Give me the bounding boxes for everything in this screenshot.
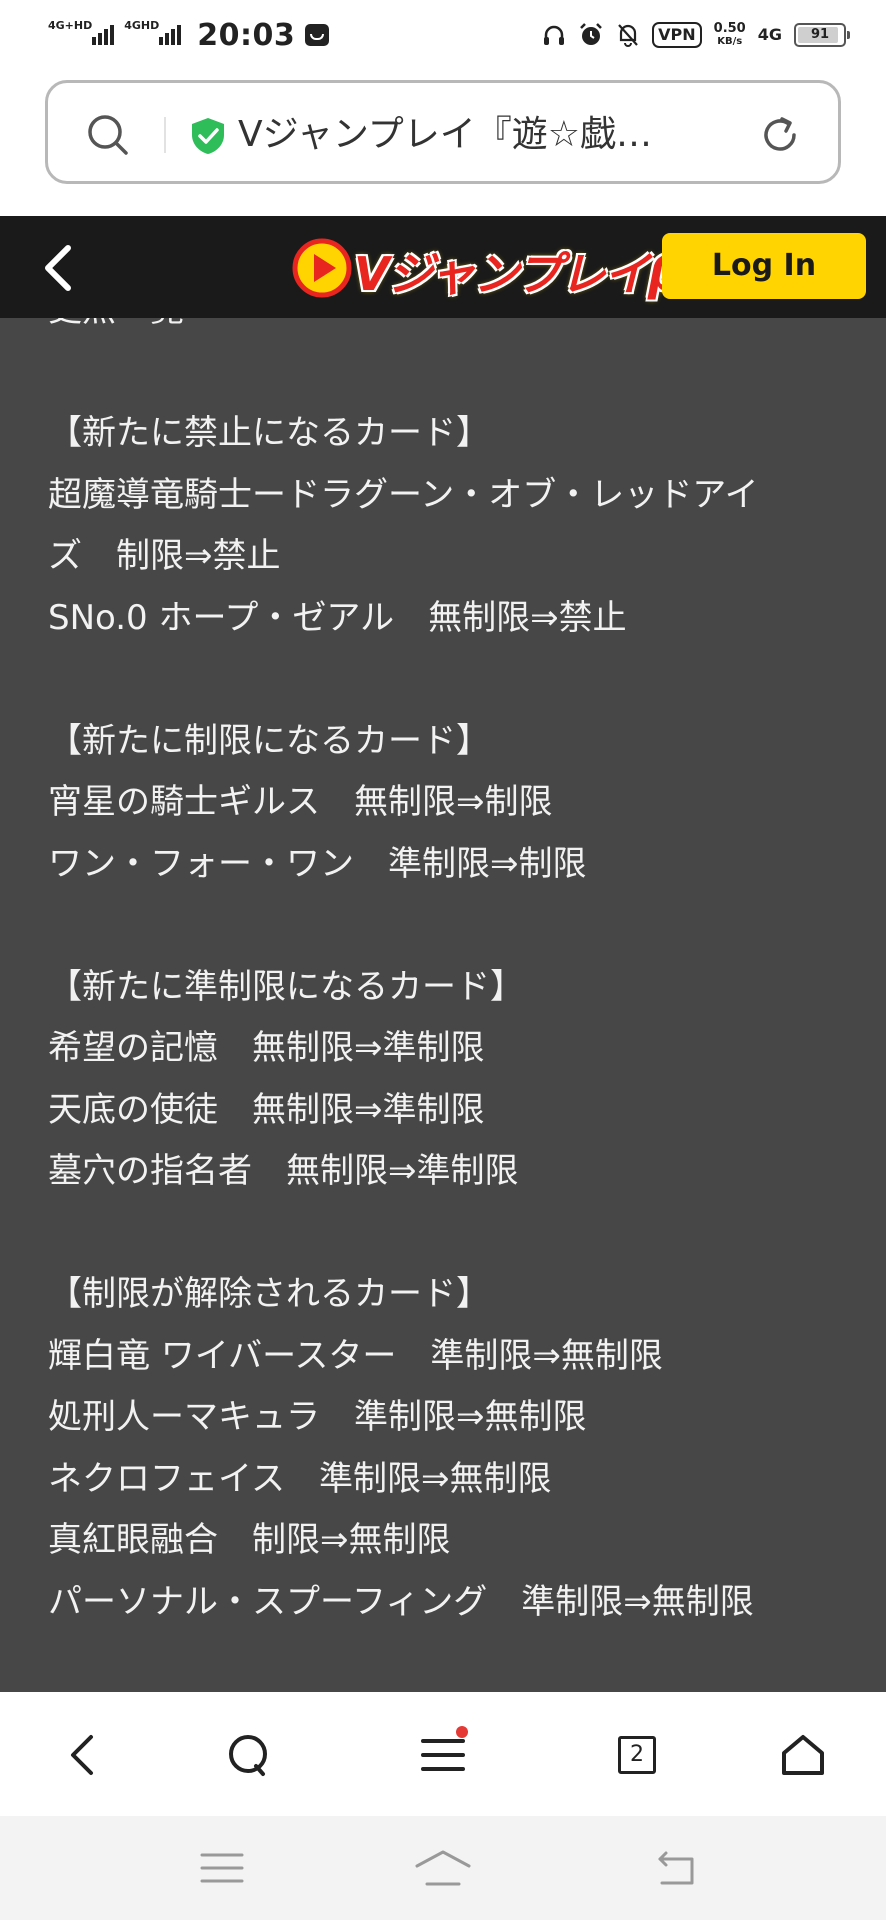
browser-toolbar: Vジャンプレイ『遊☆戯☆… bbox=[0, 70, 886, 216]
article-line: 輝白竜 ワイバースター 準制限⇒無制限 bbox=[48, 1335, 663, 1376]
article-line: ネクロフェイス 準制限⇒無制限 bbox=[48, 1458, 552, 1499]
system-back-icon bbox=[658, 1851, 694, 1885]
network-2-label: 4GHD bbox=[124, 19, 160, 32]
article-line: 超魔導竜騎士ードラグーン・オブ・レッドアイ bbox=[48, 474, 759, 515]
menu-icon bbox=[421, 1739, 465, 1771]
section-heading: 【新たに準制限になるカード】 bbox=[48, 966, 524, 1007]
home-icon bbox=[782, 1735, 824, 1775]
signal-bars-icon bbox=[159, 25, 182, 45]
browser-back-button[interactable] bbox=[48, 1720, 118, 1790]
speed-unit: KB/s bbox=[717, 36, 743, 47]
status-left: 4G+HD 4GHD 20:03 bbox=[48, 14, 330, 56]
notification-dot bbox=[456, 1726, 468, 1738]
lte-label: 4G bbox=[757, 25, 782, 44]
section-heading: 【新たに制限になるカード】 bbox=[48, 720, 490, 761]
article-line: 真紅眼融合 制限⇒無制限 bbox=[48, 1520, 451, 1560]
article-line: 宵星の騎士ギルス 無制限⇒制限 bbox=[48, 782, 553, 822]
browser-home-button[interactable] bbox=[768, 1720, 838, 1790]
mute-bell-icon bbox=[618, 24, 638, 47]
reload-icon[interactable] bbox=[758, 113, 802, 157]
system-home-icon bbox=[415, 1850, 471, 1886]
search-icon bbox=[229, 1735, 267, 1776]
site-logo-text: Vジャンプレイβ bbox=[354, 247, 681, 301]
alarm-icon bbox=[580, 23, 603, 45]
system-home-button[interactable] bbox=[403, 1842, 483, 1894]
back-icon bbox=[71, 1735, 93, 1775]
play-logo-icon bbox=[292, 238, 352, 298]
article-line: SNo.0 ホープ・ゼアル 無制限⇒禁止 bbox=[48, 597, 627, 638]
battery-icon: 91 bbox=[794, 23, 850, 47]
recents-menu-icon bbox=[200, 1853, 244, 1883]
page-title[interactable]: Vジャンプレイ『遊☆戯☆… bbox=[238, 107, 668, 163]
signal-2: 4GHD bbox=[124, 20, 182, 45]
article-line: パーソナル・スプーフィング 準制限⇒無制限 bbox=[48, 1581, 754, 1622]
back-arrow-icon[interactable] bbox=[34, 240, 90, 296]
address-divider bbox=[164, 117, 166, 153]
article-line: 墓穴の指名者 無制限⇒準制限 bbox=[48, 1151, 519, 1191]
vpn-badge: VPN bbox=[652, 22, 702, 48]
signal-1: 4G+HD bbox=[48, 20, 115, 45]
recents-button[interactable] bbox=[182, 1842, 262, 1894]
message-notification-icon bbox=[305, 24, 330, 46]
browser-menu-button[interactable] bbox=[408, 1720, 478, 1790]
article-line: 天底の使徒 無制限⇒準制限 bbox=[48, 1089, 485, 1130]
site-header: Vジャンプレイβ Log In bbox=[0, 216, 886, 318]
tabs-button[interactable]: 2 bbox=[602, 1720, 672, 1790]
tab-count: 2 bbox=[618, 1736, 656, 1774]
article-content: 更点一覧【新たに禁止になるカード】超魔導竜騎士ードラグーン・オブ・レッドアイズ … bbox=[0, 318, 886, 1692]
browser-bottom-bar: 2 bbox=[0, 1692, 886, 1816]
status-bar: 4G+HD 4GHD 20:03 VPN 0.50 KB/s 4G 91 bbox=[0, 0, 886, 70]
network-1-label: 4G+HD bbox=[48, 19, 93, 32]
article-line: 希望の記憶 無制限⇒準制限 bbox=[48, 1028, 485, 1068]
battery-level: 91 bbox=[810, 27, 830, 42]
article-line: 処刑人ーマキュラ 準制限⇒無制限 bbox=[48, 1397, 587, 1437]
address-bar[interactable]: Vジャンプレイ『遊☆戯☆… bbox=[45, 80, 841, 184]
search-icon[interactable] bbox=[86, 113, 130, 157]
signal-bars-icon bbox=[92, 25, 115, 45]
headphones-icon bbox=[544, 25, 565, 45]
article-line: ズ 制限⇒禁止 bbox=[48, 536, 281, 576]
system-back-button[interactable] bbox=[635, 1842, 715, 1894]
status-right: VPN 0.50 KB/s 4G 91 bbox=[542, 14, 850, 56]
secure-shield-icon bbox=[192, 118, 224, 154]
browser-search-button[interactable] bbox=[214, 1720, 284, 1790]
article-line: 更点一覧 bbox=[48, 318, 868, 342]
section-heading: 【制限が解除されるカード】 bbox=[48, 1274, 490, 1314]
site-logo[interactable]: Vジャンプレイβ bbox=[292, 234, 681, 302]
clock-time: 20:03 bbox=[197, 17, 296, 53]
section-heading: 【新たに禁止になるカード】 bbox=[48, 413, 490, 453]
network-speed: 0.50 KB/s bbox=[714, 22, 746, 48]
login-button[interactable]: Log In bbox=[662, 233, 866, 299]
speed-value: 0.50 bbox=[713, 21, 746, 36]
article-lines: 更点一覧【新たに禁止になるカード】超魔導竜騎士ードラグーン・オブ・レッドアイズ … bbox=[48, 318, 868, 1633]
article-line: ワン・フォー・ワン 準制限⇒制限 bbox=[48, 843, 587, 884]
system-navigation-bar bbox=[0, 1816, 886, 1920]
